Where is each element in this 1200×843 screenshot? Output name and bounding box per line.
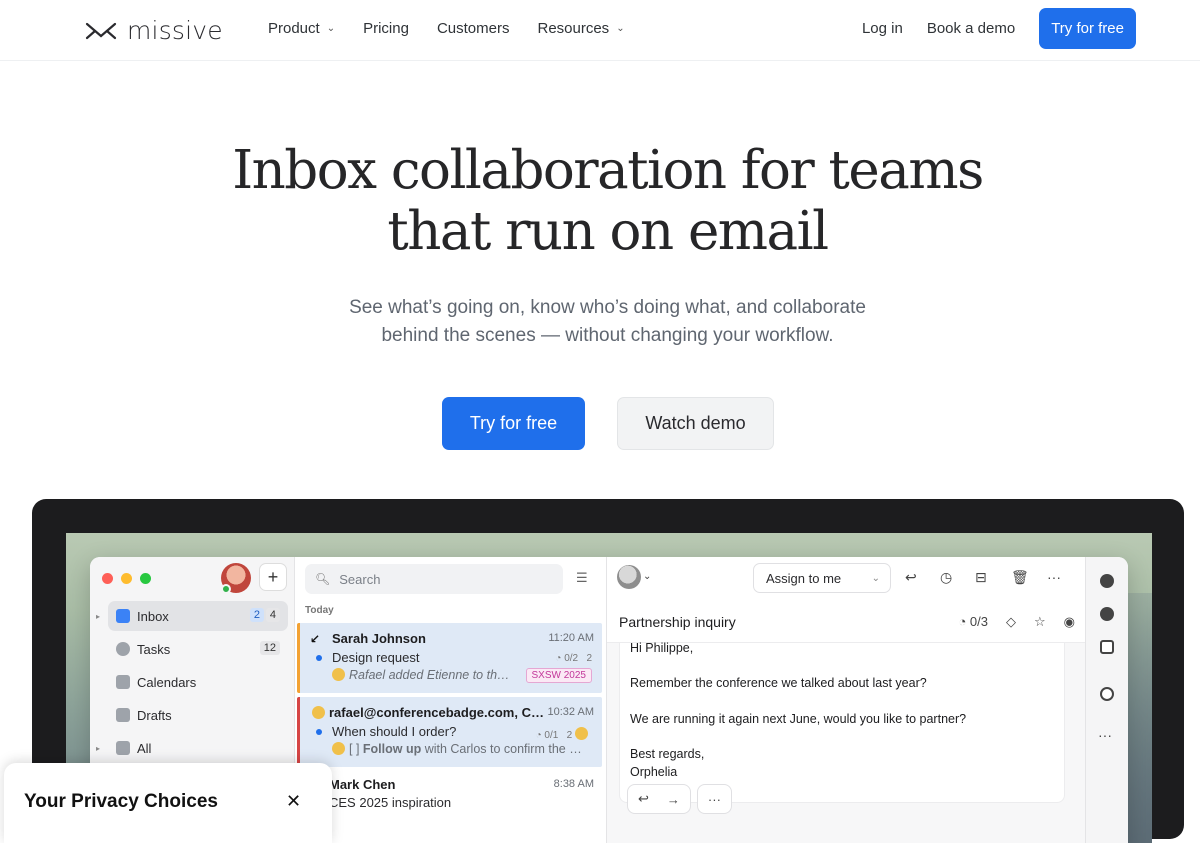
search-icon: 🔍︎ bbox=[315, 572, 331, 586]
email-body: Hi Philippe, Remember the conference we … bbox=[619, 641, 1065, 803]
sidebar-item-drafts: Drafts bbox=[108, 700, 288, 730]
top-nav: missive Product ⌄ Pricing Customers Resou… bbox=[0, 0, 1200, 61]
logo-text: missive bbox=[127, 16, 223, 45]
nav-product[interactable]: Product ⌄ bbox=[268, 20, 335, 37]
avatar bbox=[617, 565, 641, 589]
tag-icon: ◇ bbox=[1006, 614, 1016, 629]
clock-icon: ◷ bbox=[940, 569, 953, 585]
list-item: rafael@conferencebadge.com, C… 10:32 AM … bbox=[297, 697, 602, 767]
archive-icon: ⊟ bbox=[975, 569, 987, 585]
inbox-icon bbox=[116, 609, 130, 623]
nav-right: Log in Book a demo Try for free bbox=[862, 8, 1136, 49]
reading-pane: ⌄ Assign to me ⌄ ↩ ◷ ⊟ 🗑︎ ··· Partnershi… bbox=[607, 557, 1085, 843]
calendar-icon bbox=[116, 675, 130, 689]
nav-customers[interactable]: Customers bbox=[437, 20, 510, 37]
count-badge: 12 bbox=[259, 641, 280, 655]
pencil-icon bbox=[116, 708, 130, 722]
label-tag: SXSW 2025 bbox=[525, 668, 592, 683]
unread-dot bbox=[316, 729, 322, 735]
hero-title: Inbox collaboration for teams that run o… bbox=[232, 140, 984, 262]
close-dot bbox=[102, 573, 113, 584]
missive-logo-icon bbox=[85, 22, 117, 39]
archive-icon bbox=[116, 741, 130, 755]
list-item: ↙ Sarah Johnson 11:20 AM Design request … bbox=[297, 623, 602, 693]
avatar bbox=[332, 742, 345, 755]
chevron-down-icon: ⌄ bbox=[326, 23, 336, 34]
subject-bar: Partnership inquiry ◔ 0/3 ◇ ☆ ◉ bbox=[607, 601, 1085, 643]
close-icon[interactable]: ✕ bbox=[286, 791, 301, 812]
more-icon: ··· bbox=[696, 784, 732, 814]
reply-icon: ↩ bbox=[905, 569, 917, 585]
contact-icon bbox=[1100, 574, 1114, 588]
window-controls bbox=[102, 573, 151, 584]
ai-icon bbox=[1100, 687, 1114, 701]
unread-dot bbox=[316, 655, 322, 661]
chevron-down-icon: ⌄ bbox=[616, 23, 625, 34]
sidebar-item-tasks: Tasks 12 bbox=[108, 634, 288, 664]
date-header: Today bbox=[305, 605, 334, 616]
task-meta: ◔ 0/1 2 bbox=[536, 727, 592, 741]
more-icon: ··· bbox=[1098, 727, 1112, 743]
assign-dropdown: Assign to me ⌄ bbox=[753, 563, 891, 593]
sidebar-item-calendars: Calendars bbox=[108, 667, 288, 697]
privacy-title: Your Privacy Choices bbox=[24, 791, 218, 812]
sidebar-item-all: ▸ All bbox=[96, 740, 152, 756]
maximize-dot bbox=[140, 573, 151, 584]
more-icon: ··· bbox=[1047, 569, 1061, 585]
chevron-down-icon: ⌄ bbox=[643, 571, 652, 582]
privacy-banner: Your Privacy Choices ✕ bbox=[4, 763, 332, 843]
unread-badge: 2 bbox=[249, 608, 264, 622]
sidebar-item-inbox: ▸ Inbox 2 4 bbox=[96, 601, 288, 631]
search-input: 🔍︎ Search bbox=[305, 564, 563, 594]
compose-button: + bbox=[259, 563, 287, 591]
reply-icon: ↩ bbox=[638, 791, 649, 806]
online-status bbox=[221, 584, 231, 594]
avatar bbox=[332, 668, 345, 681]
try-free-nav-button[interactable]: Try for free bbox=[1039, 8, 1136, 49]
check-icon bbox=[116, 642, 130, 656]
avatar bbox=[312, 706, 325, 719]
calendar-icon bbox=[1100, 640, 1114, 654]
nav-resources[interactable]: Resources ⌄ bbox=[537, 20, 624, 37]
minimize-dot bbox=[121, 573, 132, 584]
caret-icon: ▸ bbox=[96, 743, 101, 753]
watch-demo-button[interactable]: Watch demo bbox=[617, 397, 774, 450]
task-meta: ◔ 0/2 2 bbox=[555, 653, 592, 664]
check-icon bbox=[1100, 607, 1114, 621]
hero-subtitle: See what’s going on, know who’s doing wh… bbox=[349, 297, 866, 346]
email-subject: Partnership inquiry bbox=[619, 614, 736, 630]
try-free-button[interactable]: Try for free bbox=[442, 397, 585, 450]
right-rail: ··· bbox=[1085, 557, 1128, 843]
message-list: 🔍︎ Search ☰ Today ↙ Sarah Johnson 11:20 … bbox=[295, 557, 607, 843]
logo[interactable]: missive bbox=[85, 16, 223, 45]
login-link[interactable]: Log in bbox=[862, 20, 903, 37]
forward-icon: → bbox=[666, 791, 680, 807]
count-badge: 4 bbox=[265, 608, 280, 622]
star-icon: ☆ bbox=[1034, 614, 1046, 629]
book-demo-link[interactable]: Book a demo bbox=[927, 20, 1015, 37]
nav-pricing[interactable]: Pricing bbox=[363, 20, 409, 37]
caret-icon: ▸ bbox=[96, 611, 101, 621]
reply-bar: ↩ → ··· bbox=[627, 784, 732, 814]
trash-icon: 🗑︎ bbox=[1011, 569, 1029, 585]
nav-links: Product ⌄ Pricing Customers Resources ⌄ bbox=[268, 20, 653, 37]
avatar bbox=[575, 727, 588, 740]
list-item: Mark Chen 8:38 AM CES 2025 inspiration bbox=[297, 771, 602, 841]
chevron-down-icon: ⌄ bbox=[871, 572, 880, 584]
arrow-icon: ↙ bbox=[310, 632, 321, 646]
eye-icon: ◉ bbox=[1063, 614, 1075, 629]
task-count: ◔ 0/3 bbox=[958, 614, 988, 629]
pane-toolbar: ⌄ Assign to me ⌄ ↩ ◷ ⊟ 🗑︎ ··· bbox=[607, 557, 1085, 601]
filter-icon: ☰ bbox=[576, 570, 588, 585]
